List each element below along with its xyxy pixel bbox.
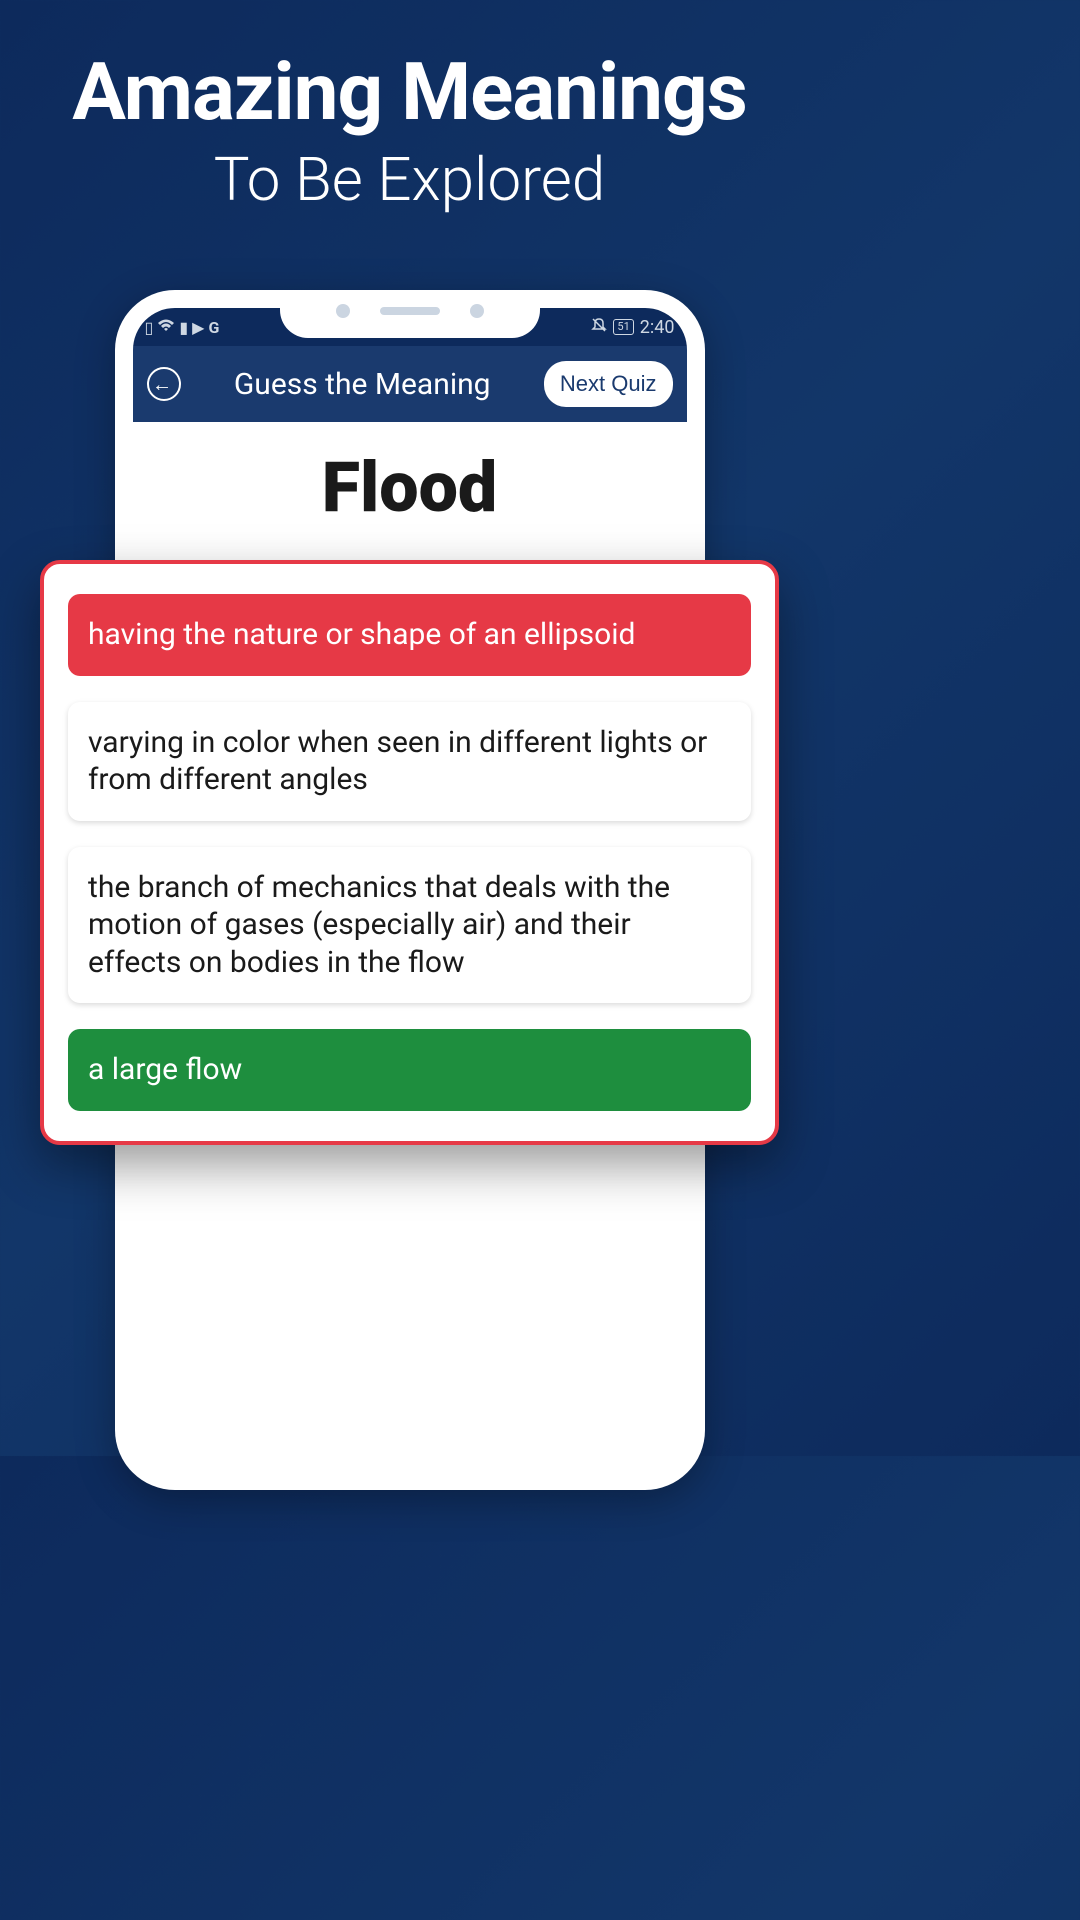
promo-subtitle: To Be Explored bbox=[0, 144, 819, 215]
promo-title: Amazing Meanings bbox=[0, 45, 819, 139]
option-neutral[interactable]: the branch of mechanics that deals with … bbox=[68, 847, 751, 1004]
notch-dot bbox=[336, 304, 350, 318]
option-neutral[interactable]: varying in color when seen in different … bbox=[68, 702, 751, 821]
options-panel: having the nature or shape of an ellipso… bbox=[40, 560, 779, 1145]
google-icon: G bbox=[208, 318, 219, 337]
status-right: 51 2:40 bbox=[591, 317, 674, 338]
app-header-title: Guess the Meaning bbox=[201, 367, 524, 402]
quiz-word: Flood bbox=[133, 422, 687, 559]
status-time: 2:40 bbox=[640, 317, 675, 338]
option-correct[interactable]: a large flow bbox=[68, 1029, 751, 1111]
back-button[interactable]: ← bbox=[147, 367, 181, 401]
promo-header: Amazing Meanings To Be Explored bbox=[0, 0, 819, 215]
next-quiz-button[interactable]: Next Quiz bbox=[544, 361, 673, 407]
phone-notch bbox=[280, 290, 540, 338]
notch-dot bbox=[470, 304, 484, 318]
back-arrow-icon: ← bbox=[152, 372, 172, 397]
app-header: ← Guess the Meaning Next Quiz bbox=[133, 346, 687, 422]
notch-speaker bbox=[380, 307, 440, 315]
sim-icon: ▯ bbox=[145, 318, 154, 337]
option-wrong[interactable]: having the nature or shape of an ellipso… bbox=[68, 594, 751, 676]
battery-icon: 51 bbox=[613, 319, 633, 335]
status-left: ▯ ▮ ▶ G bbox=[145, 318, 220, 337]
wifi-icon bbox=[157, 318, 175, 337]
signal-icon: ▮ bbox=[179, 318, 188, 337]
mute-icon bbox=[591, 317, 607, 337]
youtube-icon: ▶ bbox=[192, 318, 204, 337]
